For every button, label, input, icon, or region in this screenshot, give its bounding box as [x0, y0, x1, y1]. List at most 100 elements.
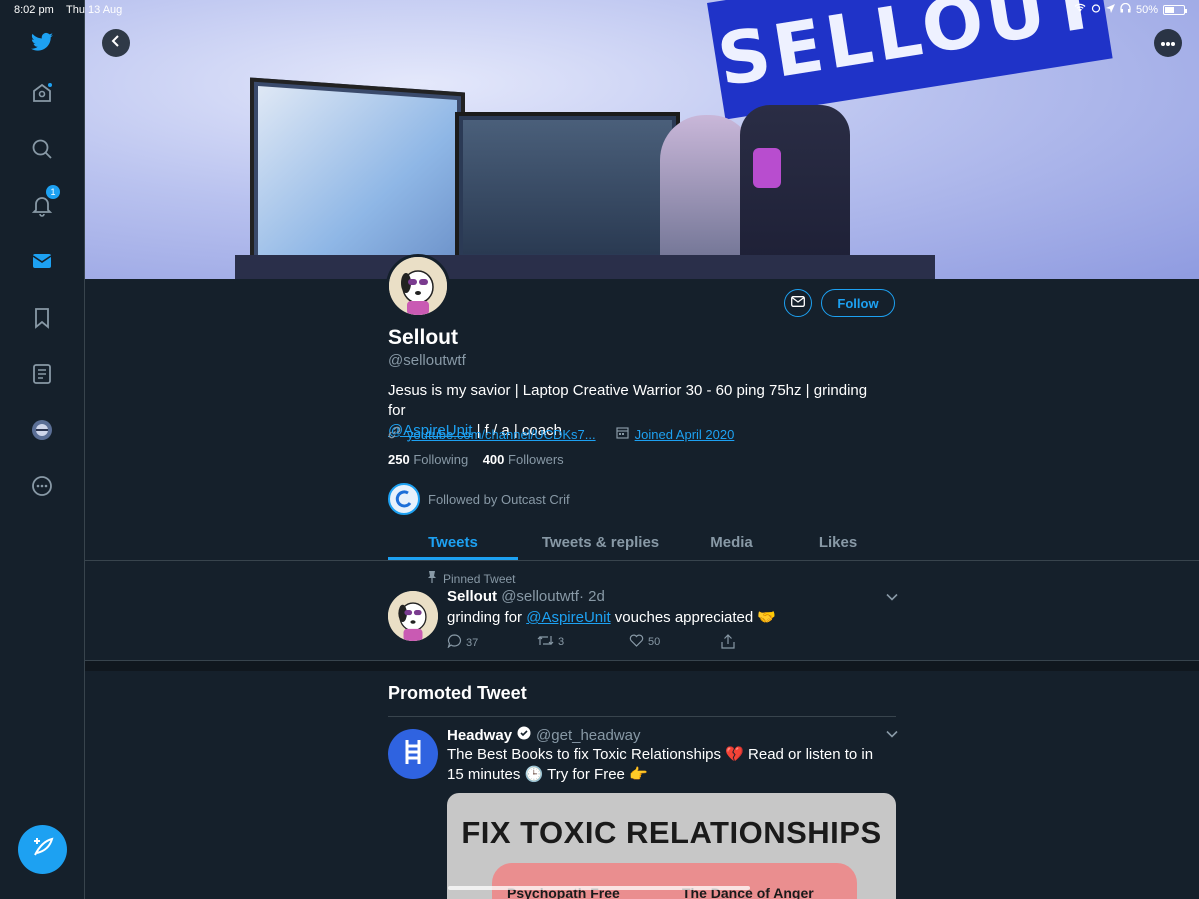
tweet-mention-link[interactable]: @AspireUnit — [526, 609, 610, 626]
like-count: 50 — [648, 636, 661, 648]
heart-icon — [629, 634, 644, 650]
promoted-text: The Best Books to fix Toxic Relationship… — [447, 746, 874, 783]
alarm-icon — [1091, 3, 1101, 16]
joined-date: Joined April 2020 — [634, 426, 735, 442]
followed-by-text: Followed by Outcast Crif — [428, 491, 570, 507]
home-icon[interactable] — [28, 79, 56, 107]
tab-tweets[interactable]: Tweets — [388, 525, 518, 560]
retweet-count: 3 — [558, 636, 565, 648]
notification-badge: 1 — [46, 185, 60, 199]
promoted-header: Headway @get_headway — [447, 726, 641, 744]
tweet-header: Sellout @selloutwtf· 2d — [447, 588, 605, 605]
tab-tweets-replies[interactable]: Tweets & replies — [528, 525, 673, 560]
following-label[interactable]: Following — [413, 452, 468, 467]
headway-avatar[interactable] — [388, 729, 438, 779]
like-button[interactable]: 50 — [629, 634, 660, 650]
tabs-divider — [85, 560, 1199, 561]
banner-chair-accent — [753, 148, 781, 188]
status-indicators: 50% — [1074, 2, 1187, 16]
search-icon[interactable] — [28, 135, 56, 163]
following-count[interactable]: 250 — [388, 452, 410, 467]
follower-avatar — [388, 483, 420, 515]
battery-fill — [1165, 6, 1174, 13]
compose-tweet-button[interactable] — [18, 825, 67, 874]
ad-media-card[interactable]: FIX TOXIC RELATIONSHIPS Psychopath Free … — [447, 793, 896, 899]
reply-icon — [447, 634, 462, 651]
status-bar: 8:02 pm Thu 13 Aug 50% — [0, 0, 1199, 20]
message-button[interactable] — [784, 289, 812, 317]
tweet-author-name[interactable]: Sellout — [447, 588, 497, 605]
compose-quill-icon — [31, 835, 55, 864]
chevron-down-icon — [886, 725, 898, 743]
ellipsis-icon — [1160, 34, 1176, 52]
lists-icon[interactable] — [28, 360, 56, 388]
profile-handle: @selloutwtf — [388, 352, 466, 369]
wifi-icon — [1074, 3, 1086, 16]
ad-card-title: FIX TOXIC RELATIONSHIPS — [461, 815, 882, 850]
headphones-icon — [1120, 2, 1131, 16]
tab-media[interactable]: Media — [678, 525, 785, 560]
section-separator — [85, 661, 1199, 671]
followers-count[interactable]: 400 — [483, 452, 505, 467]
link-icon — [388, 426, 401, 442]
messages-mail-icon[interactable] — [28, 247, 56, 275]
chevron-left-icon — [109, 34, 123, 53]
twitter-bird-icon[interactable] — [28, 28, 56, 56]
promoted-author-handle: @get_headway — [536, 726, 641, 744]
pinned-tweet-label: Pinned Tweet — [427, 571, 516, 586]
reply-button[interactable]: 37 — [447, 634, 478, 651]
share-button[interactable] — [721, 634, 735, 652]
tab-likes[interactable]: Likes — [788, 525, 888, 560]
more-icon[interactable] — [28, 472, 56, 500]
bookmark-icon[interactable] — [28, 304, 56, 332]
chevron-down-icon — [886, 588, 898, 606]
reply-count: 37 — [466, 636, 479, 649]
location-icon — [1105, 3, 1115, 16]
retweet-icon — [537, 634, 554, 650]
profile-display-name: Sellout — [388, 326, 459, 349]
bio-text: Jesus is my savior | Laptop Creative War… — [388, 382, 868, 419]
tweet-menu-button[interactable] — [884, 589, 900, 605]
notifications-bell-icon[interactable]: 1 — [28, 185, 60, 219]
pinned-text: Pinned Tweet — [443, 571, 516, 586]
pin-icon — [427, 571, 437, 586]
promoted-menu-button[interactable] — [884, 726, 900, 742]
sidebar-nav: 1 — [0, 0, 85, 899]
follow-counts: 250 Following 400 Followers — [388, 452, 564, 467]
more-options-button[interactable] — [1154, 29, 1182, 57]
carousel-scroll-indicator[interactable] — [448, 886, 750, 890]
status-date: Thu 13 Aug — [66, 4, 123, 16]
banner-monitor-right — [455, 112, 680, 262]
promoted-divider — [388, 716, 896, 717]
tweet-text: grinding for @AspireUnit vouches appreci… — [447, 608, 776, 626]
tweet-text-suffix: vouches appreciated 🤝 — [610, 609, 777, 626]
tweet-time: · 2d — [578, 588, 605, 605]
battery-percent: 50% — [1135, 3, 1158, 16]
profile-avatar-icon[interactable] — [28, 416, 56, 444]
follow-button[interactable]: Follow — [821, 289, 895, 317]
tweet-text-prefix: grinding for — [447, 609, 527, 626]
tweet-actions: 37 3 50 — [447, 634, 747, 652]
promoted-author-name[interactable]: Headway — [447, 727, 512, 744]
followed-by-row[interactable]: Followed by Outcast Crif — [388, 483, 570, 515]
ladder-icon — [401, 738, 425, 771]
tweet-author-handle: @selloutwtf — [501, 588, 579, 605]
followers-label[interactable]: Followers — [508, 452, 564, 467]
profile-tabs: Tweets Tweets & replies Media Likes — [388, 525, 1199, 560]
status-time: 8:02 pm — [14, 4, 54, 16]
battery-icon — [1163, 4, 1187, 15]
share-icon — [721, 634, 735, 652]
profile-avatar[interactable] — [386, 254, 450, 318]
website-link[interactable]: youtube.com/channel/UCDKs7... — [407, 427, 596, 442]
promoted-section-title: Promoted Tweet — [388, 683, 527, 703]
retweet-button[interactable]: 3 — [537, 634, 564, 650]
banner-monitor-left — [250, 77, 465, 279]
calendar-icon — [616, 426, 629, 442]
back-button[interactable] — [102, 29, 130, 57]
banner-desk — [235, 255, 935, 279]
verified-badge-icon — [517, 726, 531, 744]
profile-meta: youtube.com/channel/UCDKs7... Joined Apr… — [388, 426, 734, 442]
profile-banner: SELLOUT — [85, 0, 1199, 279]
tweet-avatar[interactable] — [388, 591, 438, 641]
envelope-icon — [791, 294, 805, 312]
